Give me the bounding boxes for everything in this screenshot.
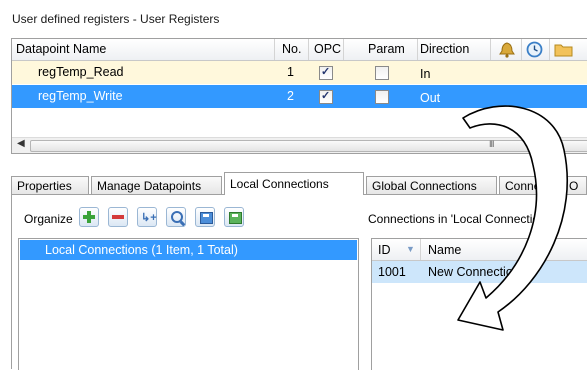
connection-name: New Connection	[428, 265, 520, 279]
link-button[interactable]: ↳+	[137, 207, 157, 227]
remove-icon	[112, 215, 124, 219]
scrollbar-grip: III	[489, 139, 494, 149]
table-row[interactable]: 1001 New Connection	[372, 261, 587, 283]
connections-grid: ID ▼ Name 1001 New Connection	[371, 238, 587, 370]
organize-panel: Organize ↳+ Local Connections (1 Item, 1…	[11, 195, 359, 370]
remove-button[interactable]	[108, 207, 128, 227]
connection-id: 1001	[378, 265, 406, 279]
column-datapoint-name[interactable]: Datapoint Name	[16, 42, 106, 56]
column-opc[interactable]: OPC	[314, 42, 341, 56]
connections-title: Connections in 'Local Connections'	[368, 212, 555, 226]
register-name: regTemp_Write	[38, 89, 123, 103]
sort-chevron-down-icon: ▼	[406, 244, 415, 254]
clock-icon[interactable]	[526, 41, 543, 58]
registers-grid: Datapoint Name No. OPC Param Direction r…	[11, 38, 587, 154]
folder-icon[interactable]	[554, 42, 574, 57]
list-item-label: Local Connections (1 Item, 1 Total)	[45, 243, 238, 257]
register-no: 1	[287, 65, 294, 79]
column-param[interactable]: Param	[368, 42, 405, 56]
tab-local-connections[interactable]: Local Connections	[224, 172, 364, 195]
tab-properties[interactable]: Properties	[11, 176, 89, 194]
tab-global-connections[interactable]: Global Connections	[366, 176, 497, 194]
add-icon	[83, 211, 95, 223]
export-icon	[229, 212, 242, 224]
import-icon	[200, 212, 213, 224]
column-id[interactable]: ID	[378, 243, 391, 257]
register-name: regTemp_Read	[38, 65, 124, 79]
export-button[interactable]	[224, 207, 244, 227]
column-direction[interactable]: Direction	[420, 42, 469, 56]
scrollbar-thumb[interactable]: III	[30, 139, 587, 152]
tab-manage-datapoints[interactable]: Manage Datapoints	[91, 176, 222, 194]
register-no: 2	[287, 89, 294, 103]
horizontal-scrollbar[interactable]: ◀ III	[12, 137, 587, 153]
param-checkbox[interactable]	[375, 66, 389, 80]
registers-header: Datapoint Name No. OPC Param Direction	[12, 39, 587, 61]
param-checkbox[interactable]	[375, 90, 389, 104]
connections-tree[interactable]: Local Connections (1 Item, 1 Total)	[18, 238, 359, 370]
import-button[interactable]	[195, 207, 215, 227]
register-direction: In	[420, 67, 431, 81]
opc-checkbox[interactable]	[319, 89, 333, 104]
opc-checkbox[interactable]	[319, 65, 333, 80]
list-item-local-connections[interactable]: Local Connections (1 Item, 1 Total)	[20, 240, 357, 260]
link-icon: ↳+	[141, 212, 157, 224]
organize-label: Organize	[24, 212, 73, 226]
tab-connection-overview[interactable]: Connection O	[499, 176, 587, 194]
add-button[interactable]	[79, 207, 99, 227]
register-direction: Out	[420, 91, 441, 105]
column-no[interactable]: No.	[282, 42, 301, 56]
tab-strip: Properties Manage Datapoints Local Conne…	[11, 172, 587, 195]
column-name[interactable]: Name	[428, 243, 461, 257]
connections-header: ID ▼ Name	[372, 239, 587, 261]
window-title: User defined registers - User Registers	[12, 12, 220, 26]
bell-icon[interactable]	[498, 41, 516, 58]
register-row[interactable]: regTemp_Read 1 In	[12, 61, 587, 84]
search-button[interactable]	[166, 207, 186, 227]
search-icon	[171, 211, 183, 223]
scroll-left-arrow-icon[interactable]: ◀	[17, 138, 25, 149]
register-row-selected[interactable]: regTemp_Write 2 Out	[12, 85, 587, 108]
